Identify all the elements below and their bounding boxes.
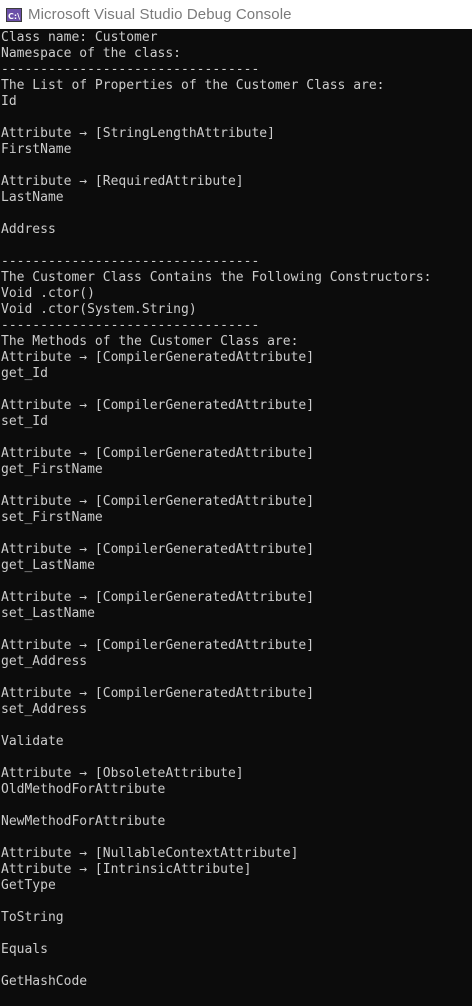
title-bar[interactable]: C:\ Microsoft Visual Studio Debug Consol…	[0, 0, 472, 29]
console-line: ---------------------------------	[1, 318, 260, 333]
console-line: get_LastName	[1, 558, 95, 573]
console-line: Attribute → [ObsoleteAttribute]	[1, 766, 244, 781]
console-line: GetType	[1, 878, 56, 893]
console-line: FirstName	[1, 142, 72, 157]
console-line: The Customer Class Contains the Followin…	[1, 270, 432, 285]
console-line: NewMethodForAttribute	[1, 814, 166, 829]
console-line: Attribute → [IntrinsicAttribute]	[1, 862, 252, 877]
console-line: The Methods of the Customer Class are:	[1, 334, 299, 349]
console-app-icon: C:\	[6, 7, 22, 22]
console-line: set_LastName	[1, 606, 95, 621]
console-line: ToString	[1, 910, 64, 925]
console-line: Attribute → [CompilerGeneratedAttribute]	[1, 590, 315, 605]
console-line: ---------------------------------	[1, 254, 260, 269]
console-line: The List of Properties of the Customer C…	[1, 78, 385, 93]
console-line: LastName	[1, 190, 64, 205]
console-line: get_FirstName	[1, 462, 103, 477]
console-line: Attribute → [RequiredAttribute]	[1, 174, 244, 189]
console-line: Attribute → [CompilerGeneratedAttribute]	[1, 446, 315, 461]
console-line: Validate	[1, 734, 64, 749]
console-line: OldMethodForAttribute	[1, 782, 166, 797]
console-line: Class name: Customer	[1, 30, 158, 45]
console-line: Void .ctor(System.String)	[1, 302, 197, 317]
console-line: GetHashCode	[1, 974, 88, 989]
console-line: ---------------------------------	[1, 62, 260, 77]
console-line: Attribute → [CompilerGeneratedAttribute]	[1, 542, 315, 557]
console-line: Attribute → [NullableContextAttribute]	[1, 846, 299, 861]
window-title: Microsoft Visual Studio Debug Console	[28, 6, 292, 23]
console-line: Void .ctor()	[1, 286, 95, 301]
console-line: get_Address	[1, 654, 88, 669]
console-output[interactable]: Class name: Customer Namespace of the cla…	[0, 29, 472, 1006]
console-line: set_FirstName	[1, 510, 103, 525]
console-line: Attribute → [CompilerGeneratedAttribute]	[1, 494, 315, 509]
console-line: Attribute → [StringLengthAttribute]	[1, 126, 275, 141]
svg-text:C:\: C:\	[8, 12, 20, 21]
console-line: get_Id	[1, 366, 48, 381]
console-line: Attribute → [CompilerGeneratedAttribute]	[1, 638, 315, 653]
debug-console-window: C:\ Microsoft Visual Studio Debug Consol…	[0, 0, 472, 1006]
console-line: Attribute → [CompilerGeneratedAttribute]	[1, 686, 315, 701]
console-line: Equals	[1, 942, 48, 957]
console-line: Attribute → [CompilerGeneratedAttribute]	[1, 350, 315, 365]
console-line: Namespace of the class:	[1, 46, 182, 61]
console-line: Attribute → [CompilerGeneratedAttribute]	[1, 398, 315, 413]
console-line: set_Address	[1, 702, 88, 717]
console-line: Id	[1, 94, 17, 109]
console-line: set_Id	[1, 414, 48, 429]
console-line: Address	[1, 222, 56, 237]
